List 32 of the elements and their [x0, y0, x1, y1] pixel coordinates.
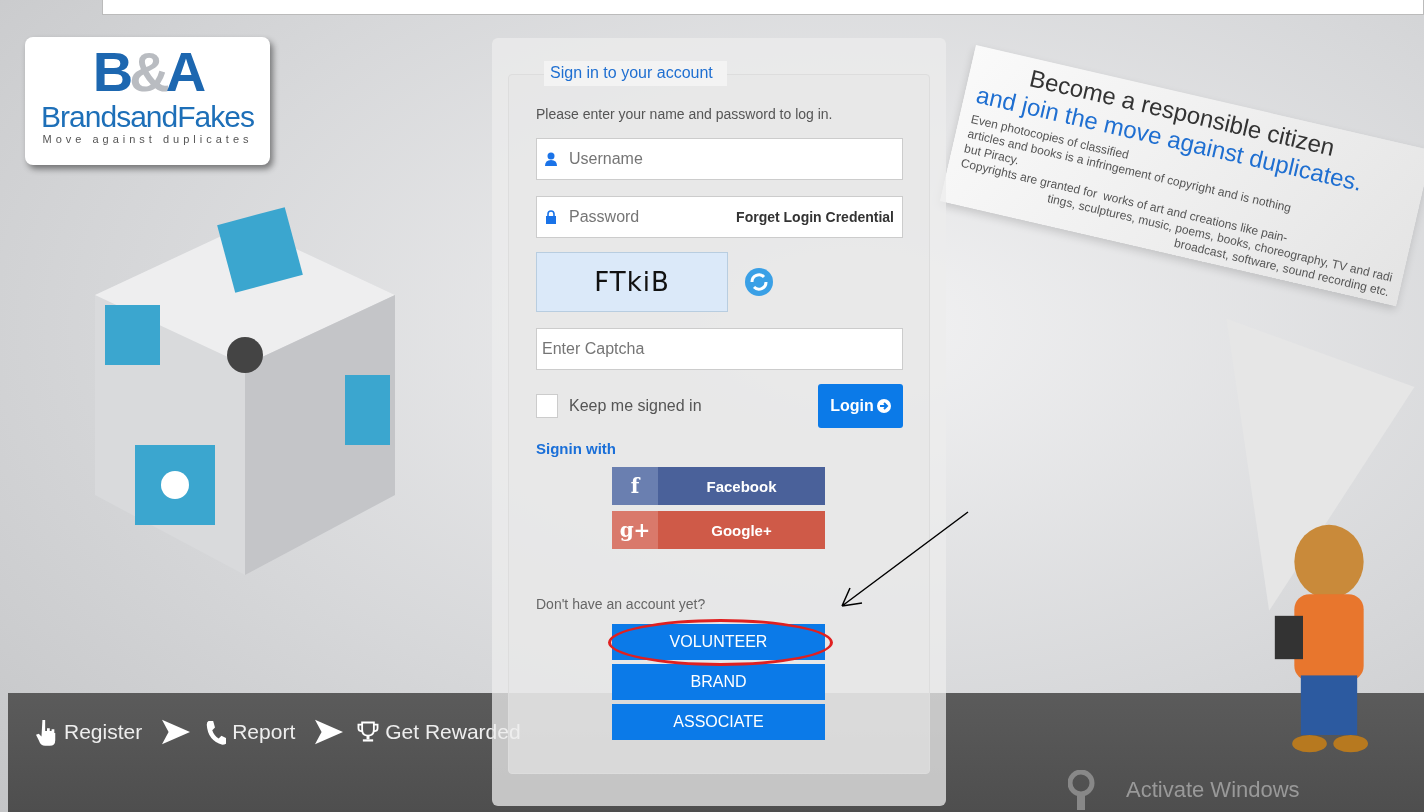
captcha-image: FTkiB — [536, 252, 728, 312]
register-type-button[interactable]: ASSOCIATE — [612, 704, 825, 740]
logo-mark: B&A — [92, 43, 203, 101]
google-plus-button[interactable]: g+ Google+ — [612, 511, 825, 549]
login-button[interactable]: Login — [818, 384, 903, 428]
arrow-circle-icon — [876, 399, 891, 413]
refresh-icon[interactable] — [744, 267, 774, 297]
no-account-text: Don't have an account yet? — [536, 596, 707, 612]
panel-title: Sign in to your account — [544, 61, 727, 86]
pointing-hand-icon — [36, 718, 58, 746]
activate-windows-text: Activate Windows — [1126, 777, 1300, 803]
user-icon — [545, 152, 557, 166]
register-type-button[interactable]: VOLUNTEER — [612, 624, 825, 660]
register-type-button[interactable]: BRAND — [612, 664, 825, 700]
keep-signed-in-label: Keep me signed in — [569, 397, 703, 415]
logo[interactable]: B&A BrandsandFakes Move against duplicates — [25, 37, 270, 165]
facebook-button[interactable]: f Facebook — [612, 467, 825, 505]
step-label: Report — [232, 720, 296, 744]
logo-name: BrandsandFakes — [41, 101, 254, 133]
forgot-credential-link[interactable]: Forget Login Credential — [736, 209, 894, 225]
arrow-right-icon — [315, 719, 344, 745]
phone-icon — [204, 718, 227, 746]
captcha-field[interactable]: Enter Captcha — [536, 328, 903, 370]
signin-with-label: Signin with — [536, 440, 617, 457]
arrow-right-icon — [162, 719, 191, 745]
logo-tagline: Move against duplicates — [42, 133, 253, 145]
step-label: Register — [64, 720, 143, 744]
keep-signed-in-checkbox[interactable] — [536, 394, 558, 418]
lock-icon — [545, 210, 557, 224]
username-field[interactable]: Username — [536, 138, 903, 180]
intro-text: Please enter your name and password to log in. — [536, 106, 834, 122]
address-bar[interactable] — [102, 0, 1424, 15]
